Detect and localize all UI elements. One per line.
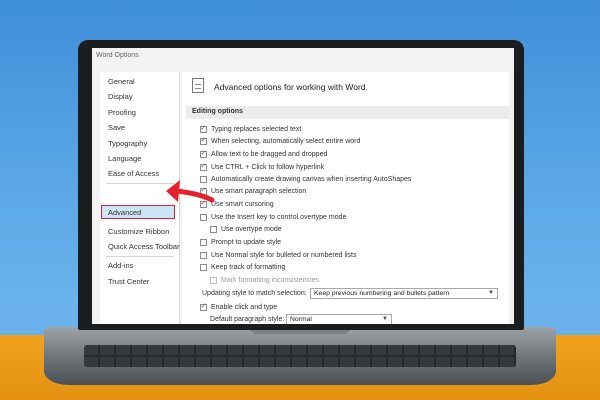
option-prompt-update-style[interactable]: Prompt to update style: [200, 237, 281, 248]
option-typing-replaces[interactable]: Typing replaces selected text: [200, 124, 301, 135]
sidebar-item-display[interactable]: Display: [108, 92, 133, 101]
option-label: When selecting, automatically select ent…: [211, 138, 361, 145]
chevron-down-icon: ▼: [382, 316, 388, 322]
updating-style-value: Keep previous numbering and bullets patt…: [314, 290, 450, 297]
sidebar-item-language[interactable]: Language: [108, 154, 141, 163]
checkbox[interactable]: [200, 302, 207, 311]
option-label: Prompt to update style: [211, 239, 282, 246]
option-label: Keep track of formatting: [211, 264, 286, 271]
options-main-panel: Advanced options for working with Word. …: [182, 72, 514, 324]
sidebar-item-typography[interactable]: Typography: [108, 139, 147, 148]
option-label: Use the Insert key to control overtype m…: [211, 214, 347, 221]
section-header: Editing options: [186, 106, 512, 119]
checkbox[interactable]: [200, 149, 207, 158]
document-icon: [192, 78, 204, 93]
sidebar-item-customize-ribbon[interactable]: Customize Ribbon: [108, 227, 169, 236]
option-drawing-canvas[interactable]: Automatically create drawing canvas when…: [200, 174, 411, 185]
checkbox[interactable]: [210, 226, 217, 233]
sidebar-item-advanced[interactable]: Advanced: [108, 208, 141, 217]
checkbox[interactable]: [200, 124, 207, 133]
sidebar-item-proofing[interactable]: Proofing: [108, 108, 136, 117]
default-paragraph-value: Normal: [290, 316, 312, 323]
sidebar-item-trust-center[interactable]: Trust Center: [108, 277, 149, 286]
option-label: Use smart cursoring: [211, 201, 274, 208]
option-insert-key-overtype[interactable]: Use the Insert key to control overtype m…: [200, 212, 346, 223]
laptop-keyboard: [84, 345, 516, 367]
vertical-scrollbar[interactable]: [509, 72, 514, 324]
updating-style-select[interactable]: Keep previous numbering and bullets patt…: [310, 288, 498, 299]
sidebar-item-quick-access-toolbar[interactable]: Quick Access Toolbar: [108, 242, 180, 251]
option-enable-click-and-type[interactable]: Enable click and type: [200, 302, 277, 313]
checkbox[interactable]: [200, 239, 207, 246]
checkbox[interactable]: [200, 162, 207, 171]
option-label: Use overtype mode: [221, 226, 282, 233]
option-drag-and-drop[interactable]: Allow text to be dragged and dropped: [200, 149, 327, 160]
chevron-down-icon: ▼: [488, 290, 494, 296]
checkbox[interactable]: [200, 136, 207, 145]
checkbox[interactable]: [200, 264, 207, 271]
default-paragraph-label: Default paragraph style:: [210, 316, 285, 323]
sidebar-item-save[interactable]: Save: [108, 123, 125, 132]
sidebar-divider: [106, 256, 174, 257]
option-label: Use Normal style for bulleted or numbere…: [211, 252, 357, 259]
red-pointer-arrow-icon: [166, 180, 215, 203]
option-label: Use CTRL + Click to follow hyperlink: [211, 164, 325, 171]
section-title: Editing options: [192, 108, 243, 115]
option-mark-formatting-inconsistencies[interactable]: Mark formatting inconsistencies: [210, 275, 319, 286]
main-heading: Advanced options for working with Word.: [214, 82, 368, 92]
option-overtype-mode[interactable]: Use overtype mode: [210, 224, 282, 235]
sidebar-item-ease-of-access[interactable]: Ease of Access: [108, 169, 159, 178]
option-ctrl-click-hyperlink[interactable]: Use CTRL + Click to follow hyperlink: [200, 162, 324, 173]
sidebar-item-add-ins[interactable]: Add-ins: [108, 261, 133, 270]
option-label: Use smart paragraph selection: [211, 188, 307, 195]
option-label: Typing replaces selected text: [211, 126, 302, 133]
option-label: Enable click and type: [211, 304, 278, 311]
checkbox[interactable]: [200, 214, 207, 221]
option-keep-track-formatting[interactable]: Keep track of formatting: [200, 262, 285, 273]
checkbox[interactable]: [200, 252, 207, 259]
default-paragraph-select[interactable]: Normal ▼: [286, 314, 392, 324]
dialog-title: Word Options: [96, 52, 139, 59]
sidebar-item-general[interactable]: General: [108, 77, 135, 86]
option-normal-style-lists[interactable]: Use Normal style for bulleted or numbere…: [200, 250, 357, 261]
word-options-dialog: Word Options General Display Proofing Sa…: [92, 48, 514, 324]
option-label: Mark formatting inconsistencies: [221, 277, 320, 284]
option-select-entire-word[interactable]: When selecting, automatically select ent…: [200, 136, 360, 147]
updating-style-label: Updating style to match selection:: [202, 290, 307, 297]
option-label: Allow text to be dragged and dropped: [211, 151, 328, 158]
option-label: Automatically create drawing canvas when…: [211, 176, 412, 183]
checkbox[interactable]: [210, 277, 217, 284]
